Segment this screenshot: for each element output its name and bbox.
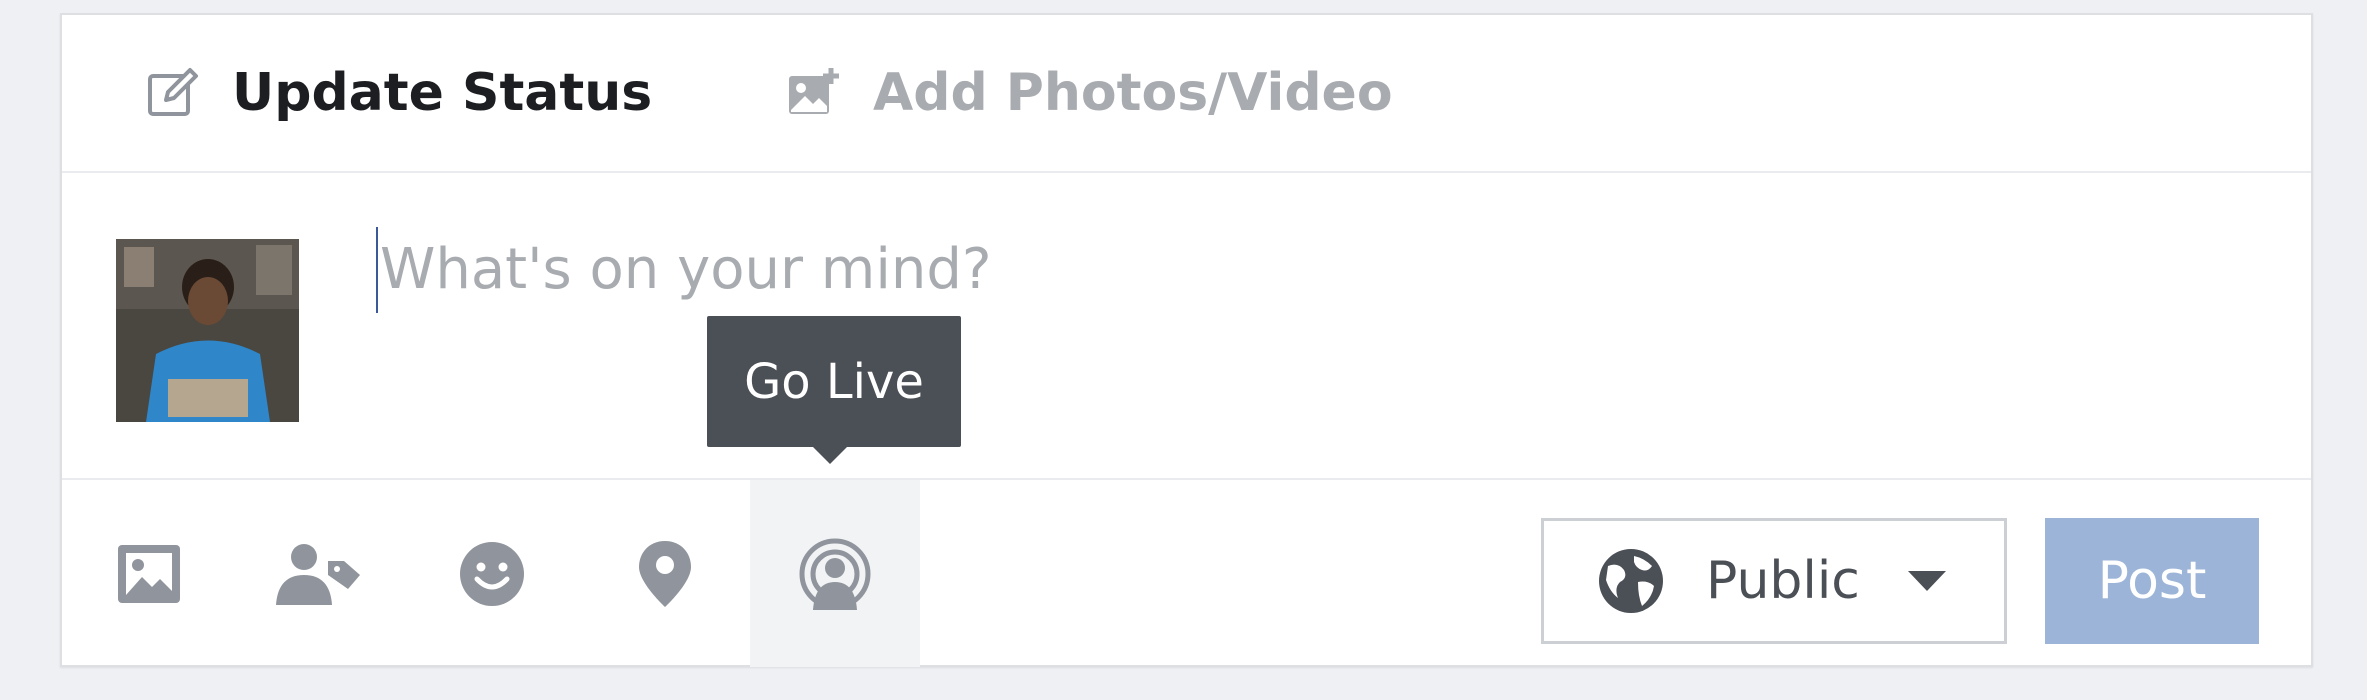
photo-button[interactable] <box>89 480 209 667</box>
status-composer: Update Status Add Photos/Video What's on… <box>60 13 2313 667</box>
page-edge <box>2367 0 2375 700</box>
composer-toolbar: Public Post <box>62 478 2311 669</box>
go-live-tooltip: Go Live <box>707 316 961 447</box>
image-icon <box>118 544 180 603</box>
globe-icon <box>1599 549 1663 613</box>
tab-add-photos-label: Add Photos/Video <box>873 63 1393 123</box>
audience-selector[interactable]: Public <box>1541 518 2007 644</box>
tab-update-status[interactable]: Update Status <box>146 15 652 171</box>
smiley-icon <box>460 541 524 606</box>
composer-body <box>62 173 2311 478</box>
edit-icon <box>146 66 200 120</box>
post-button[interactable]: Post <box>2045 518 2259 644</box>
add-photo-icon <box>787 66 841 120</box>
location-pin-icon <box>639 540 691 607</box>
tab-update-status-label: Update Status <box>232 63 653 123</box>
tooltip-arrow <box>812 446 848 464</box>
text-caret <box>376 227 378 313</box>
check-in-button[interactable] <box>605 480 725 667</box>
tab-add-photos-video[interactable]: Add Photos/Video <box>787 15 1393 171</box>
feeling-button[interactable] <box>432 480 552 667</box>
live-broadcast-icon <box>799 538 871 610</box>
audience-label: Public <box>1706 551 1860 611</box>
status-input[interactable] <box>380 221 2080 317</box>
avatar[interactable] <box>116 239 299 422</box>
go-live-button[interactable] <box>750 480 920 667</box>
caret-down-icon <box>1907 571 1946 591</box>
tag-friends-button[interactable] <box>259 480 379 667</box>
composer-tabs: Update Status Add Photos/Video <box>62 15 2311 173</box>
tag-person-icon <box>276 543 360 605</box>
